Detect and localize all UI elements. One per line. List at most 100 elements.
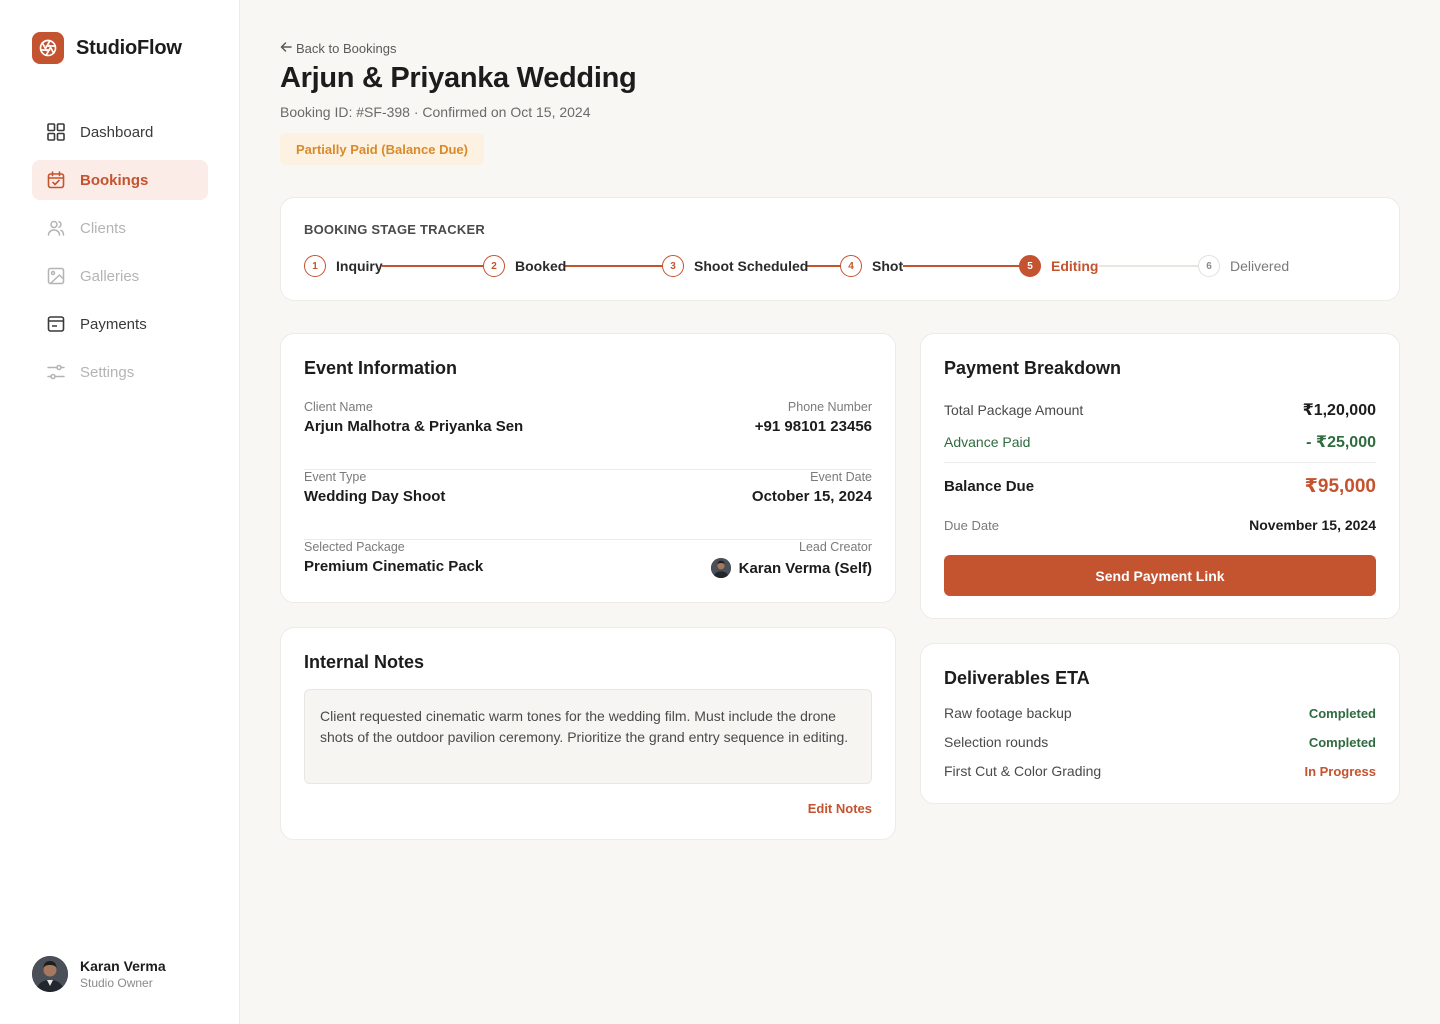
field-label: Client Name [304, 400, 373, 414]
stage-connector [565, 265, 663, 267]
stage-label: Editing [1051, 258, 1099, 274]
list-item: First Cut & Color Grading In Progress [944, 763, 1376, 779]
due-date-row: Due Date November 15, 2024 [944, 517, 1376, 533]
sliders-icon [46, 362, 66, 382]
event-type-value: Wedding Day Shoot [304, 488, 446, 505]
pay-label: Advance Paid [944, 434, 1031, 450]
back-to-bookings-link[interactable]: Back to Bookings [280, 41, 396, 56]
main-nav: Dashboard Bookings Clients Galleries Pay… [32, 112, 208, 400]
info-row-package: Selected Package Premium Cinematic Pack … [304, 540, 872, 610]
sidebar: StudioFlow Dashboard Bookings Clients Ga… [0, 0, 240, 1024]
advance-paid-value: - ₹25,000 [1306, 434, 1376, 451]
image-icon [46, 266, 66, 286]
stage-booked[interactable]: 2 Booked [483, 254, 566, 278]
stage-label: Inquiry [336, 258, 383, 274]
pay-label: Balance Due [944, 478, 1035, 495]
nav-label: Bookings [80, 171, 149, 189]
stage-inquiry[interactable]: 1 Inquiry [304, 254, 383, 278]
stage-number: 1 [304, 255, 326, 277]
nav-item-payments[interactable]: Payments [32, 304, 208, 344]
stage-label: Booked [515, 258, 567, 274]
total-package-value: ₹1,20,000 [1302, 402, 1376, 419]
nav-item-clients[interactable]: Clients [32, 208, 208, 248]
field-label: Selected Package [304, 540, 405, 554]
nav-label: Galleries [80, 267, 140, 285]
stage-number: 5 [1019, 255, 1041, 277]
nav-item-bookings[interactable]: Bookings [32, 160, 208, 200]
info-row-client: Client Name Arjun Malhotra & Priyanka Se… [304, 400, 872, 470]
advance-paid-row: Advance Paid - ₹25,000 [944, 432, 1376, 452]
stage-connector [903, 265, 1021, 267]
stage-label: Shot [872, 258, 904, 274]
status-badge: Completed [1308, 734, 1376, 750]
nav-item-dashboard[interactable]: Dashboard [32, 112, 208, 152]
stage-number: 4 [840, 255, 862, 277]
notes-text: Client requested cinematic warm tones fo… [304, 689, 872, 784]
card-title: Internal Notes [304, 652, 425, 672]
list-item: Selection rounds Completed [944, 734, 1376, 750]
stage-shoot-scheduled[interactable]: 3 Shoot Scheduled [662, 254, 808, 278]
grid-icon [46, 122, 66, 142]
card-title: Deliverables ETA [944, 668, 1090, 688]
user-name: Karan Verma [80, 958, 166, 974]
pay-label: Total Package Amount [944, 402, 1084, 418]
stage-number: 2 [483, 255, 505, 277]
status-badge: Completed [1308, 705, 1376, 721]
event-information-card: Event Information Client Name Arjun Malh… [280, 333, 896, 603]
nav-label: Clients [80, 219, 126, 237]
stage-label: Shoot Scheduled [694, 258, 809, 274]
status-badge: In Progress [1304, 763, 1376, 779]
brand[interactable]: StudioFlow [32, 32, 182, 64]
stage-connector [1099, 265, 1200, 267]
stage-connector [382, 265, 485, 267]
card-title: Event Information [304, 358, 458, 378]
nav-label: Settings [80, 363, 135, 381]
edit-notes-link[interactable]: Edit Notes [808, 801, 872, 816]
stage-editing[interactable]: 5 Editing [1019, 254, 1098, 278]
avatar [32, 956, 68, 992]
list-item: Raw footage backup Completed [944, 705, 1376, 721]
deliverable-label: Selection rounds [944, 734, 1049, 750]
brand-name: StudioFlow [76, 36, 182, 59]
avatar [710, 558, 731, 578]
tracker-title: BOOKING STAGE TRACKER [304, 222, 485, 237]
deliverables-eta-card: Deliverables ETA Raw footage backup Comp… [920, 643, 1400, 804]
field-label: Phone Number [787, 400, 872, 414]
payment-status-badge: Partially Paid (Balance Due) [280, 133, 484, 165]
aperture-icon [32, 32, 64, 64]
field-label: Lead Creator [799, 540, 872, 554]
stage-number: 6 [1198, 255, 1220, 277]
wallet-icon [46, 314, 66, 334]
user-role: Studio Owner [80, 976, 153, 990]
deliverable-label: First Cut & Color Grading [944, 763, 1102, 779]
card-title: Payment Breakdown [944, 358, 1122, 378]
internal-notes-card: Internal Notes Client requested cinemati… [280, 627, 896, 840]
nav-item-galleries[interactable]: Galleries [32, 256, 208, 296]
total-package-row: Total Package Amount ₹1,20,000 [944, 400, 1376, 420]
nav-label: Payments [80, 315, 147, 333]
nav-item-settings[interactable]: Settings [32, 352, 208, 392]
send-payment-link-button[interactable]: Send Payment Link [944, 555, 1376, 596]
page-title: Arjun & Priyanka Wedding [280, 62, 637, 94]
balance-due-row: Balance Due ₹95,000 [944, 475, 1376, 498]
users-icon [46, 218, 66, 238]
calendar-check-icon [46, 170, 66, 190]
back-label: Back to Bookings [296, 41, 397, 56]
booking-meta: Booking ID: #SF-398 · Confirmed on Oct 1… [280, 104, 591, 120]
info-row-event: Event Type Wedding Day Shoot Event Date … [304, 470, 872, 540]
package-value: Premium Cinematic Pack [304, 558, 484, 575]
user-profile[interactable]: Karan Verma Studio Owner [32, 956, 166, 992]
divider [944, 462, 1376, 463]
arrow-left-icon [280, 41, 292, 56]
stage-connector [807, 265, 842, 267]
nav-label: Dashboard [80, 123, 154, 141]
balance-due-value: ₹95,000 [1304, 476, 1376, 497]
stage-delivered[interactable]: 6 Delivered [1198, 254, 1289, 278]
stage-shot[interactable]: 4 Shot [840, 254, 903, 278]
pay-label: Due Date [944, 517, 999, 533]
event-date-value: October 15, 2024 [751, 488, 872, 505]
payment-breakdown-card: Payment Breakdown Total Package Amount ₹… [920, 333, 1400, 619]
booking-stage-tracker: BOOKING STAGE TRACKER 1 Inquiry 2 Booked… [280, 197, 1400, 301]
stage-label: Delivered [1230, 258, 1290, 274]
stage-number: 3 [662, 255, 684, 277]
